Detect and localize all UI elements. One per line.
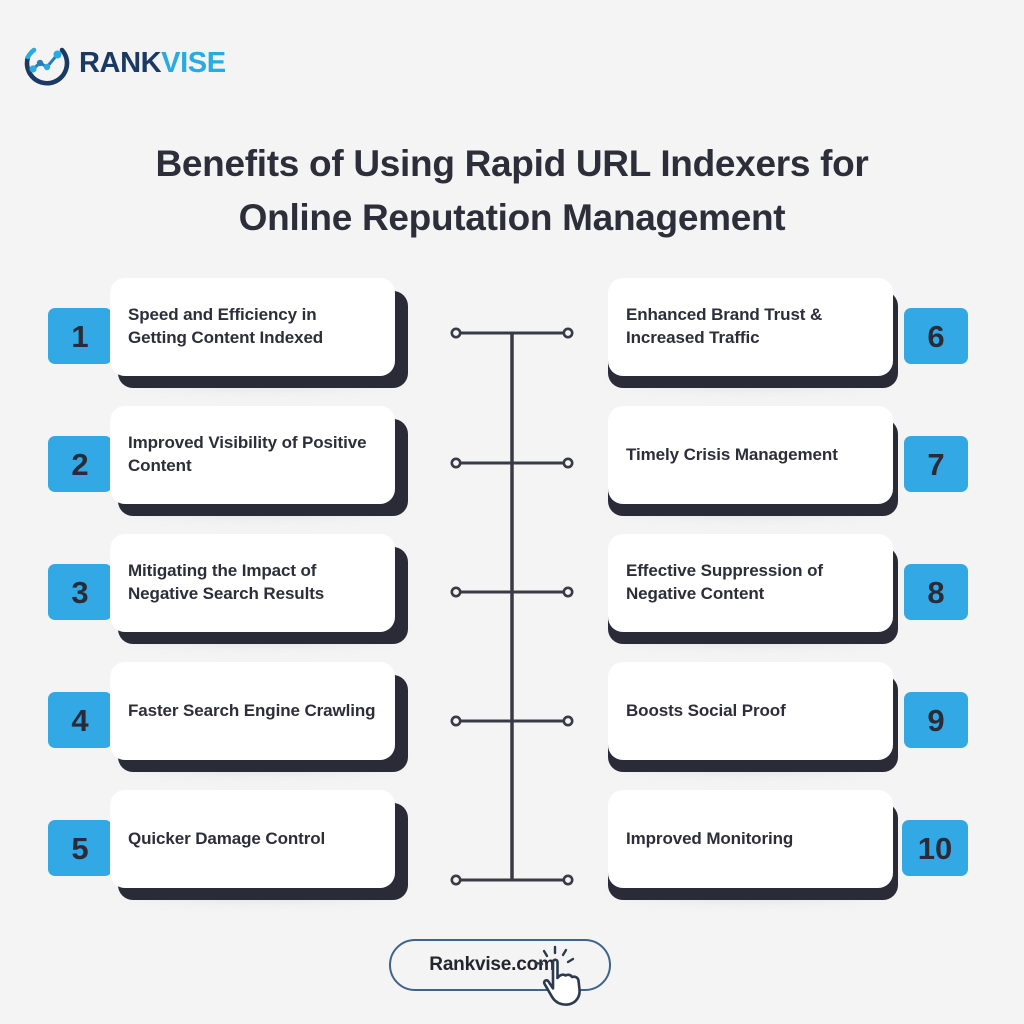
benefit-item-6[interactable]: 6 Enhanced Brand Trust & Increased Traff… — [608, 278, 968, 388]
benefit-label: Faster Search Engine Crawling — [128, 700, 376, 720]
benefit-number-badge: 8 — [904, 564, 968, 620]
page-title-line-1: Benefits of Using Rapid URL Indexers for — [155, 142, 869, 184]
benefit-item-7[interactable]: 7 Timely Crisis Management — [608, 406, 968, 516]
benefit-card[interactable]: Improved Visibility of Positive Content — [110, 406, 395, 504]
page-title-line-2: Online Reputation Management — [238, 196, 786, 238]
benefit-label: Improved Monitoring — [626, 828, 794, 848]
benefit-item-5[interactable]: 5 Quicker Damage Control — [48, 790, 408, 900]
benefits-row: 3 Mitigating the Impact of Negative Sear… — [0, 534, 1024, 662]
benefit-label: Speed and Efficiency in Getting Content … — [128, 305, 324, 347]
wordmark-vise: VISE — [161, 46, 226, 79]
benefit-card[interactable]: Quicker Damage Control — [110, 790, 395, 888]
footer-website-badge[interactable]: Rankvise.com — [389, 939, 611, 1006]
benefit-card[interactable]: Mitigating the Impact of Negative Search… — [110, 534, 395, 632]
benefit-number-badge: 2 — [48, 436, 112, 492]
benefits-row: 4 Faster Search Engine Crawling 9 Boosts… — [0, 662, 1024, 790]
benefit-number-badge: 6 — [904, 308, 968, 364]
benefit-card[interactable]: Improved Monitoring — [608, 790, 893, 888]
benefit-item-8[interactable]: 8 Effective Suppression of Negative Cont… — [608, 534, 968, 644]
benefit-card[interactable]: Boosts Social Proof — [608, 662, 893, 760]
benefit-card[interactable]: Effective Suppression of Negative Conten… — [608, 534, 893, 632]
benefit-card[interactable]: Faster Search Engine Crawling — [110, 662, 395, 760]
benefit-label: Effective Suppression of Negative Conten… — [626, 561, 823, 603]
benefit-label: Quicker Damage Control — [128, 828, 326, 848]
pointing-hand-cursor-icon — [534, 945, 581, 1006]
benefit-item-2[interactable]: 2 Improved Visibility of Positive Conten… — [48, 406, 408, 516]
benefit-number-badge: 7 — [904, 436, 968, 492]
benefit-card[interactable]: Enhanced Brand Trust & Increased Traffic — [608, 278, 893, 376]
benefit-number-badge: 10 — [902, 820, 968, 876]
page-title: Benefits of Using Rapid URL Indexers for… — [0, 137, 1024, 245]
benefit-item-4[interactable]: 4 Faster Search Engine Crawling — [48, 662, 408, 772]
benefits-row: 5 Quicker Damage Control 10 Improved Mon… — [0, 790, 1024, 918]
brand-logo: RANKVISE — [20, 38, 226, 88]
benefit-card[interactable]: Timely Crisis Management — [608, 406, 893, 504]
benefit-label: Enhanced Brand Trust & Increased Traffic — [626, 305, 823, 347]
benefit-number-badge: 1 — [48, 308, 112, 364]
benefit-label: Mitigating the Impact of Negative Search… — [128, 561, 325, 603]
benefit-number-badge: 9 — [904, 692, 968, 748]
benefits-list: 1 Speed and Efficiency in Getting Conten… — [0, 278, 1024, 918]
benefit-number-badge: 3 — [48, 564, 112, 620]
benefits-row: 1 Speed and Efficiency in Getting Conten… — [0, 278, 1024, 406]
benefit-number-badge: 5 — [48, 820, 112, 876]
benefit-item-1[interactable]: 1 Speed and Efficiency in Getting Conten… — [48, 278, 408, 388]
benefit-label: Boosts Social Proof — [626, 700, 786, 720]
rankvise-chart-circle-icon — [24, 47, 70, 86]
benefit-number-badge: 4 — [48, 692, 112, 748]
brand-wordmark: RANKVISE — [79, 46, 226, 79]
benefit-item-10[interactable]: 10 Improved Monitoring — [608, 790, 968, 900]
benefits-row: 2 Improved Visibility of Positive Conten… — [0, 406, 1024, 534]
benefit-label: Timely Crisis Management — [626, 444, 838, 464]
benefit-card[interactable]: Speed and Efficiency in Getting Content … — [110, 278, 395, 376]
benefit-item-3[interactable]: 3 Mitigating the Impact of Negative Sear… — [48, 534, 408, 644]
benefit-label: Improved Visibility of Positive Content — [128, 433, 367, 475]
wordmark-rank: RANK — [79, 46, 162, 79]
benefit-item-9[interactable]: 9 Boosts Social Proof — [608, 662, 968, 772]
